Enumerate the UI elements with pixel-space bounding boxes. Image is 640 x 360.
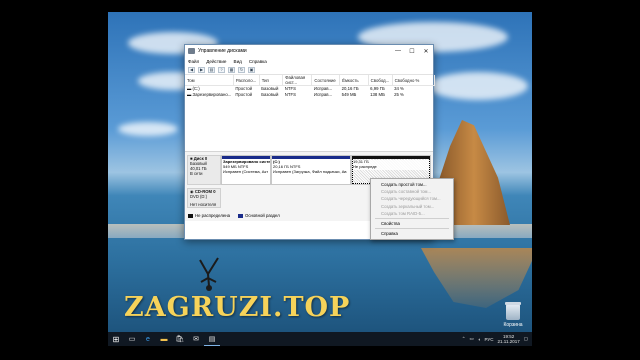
maximize-button[interactable]: ☐ [405, 45, 419, 57]
windows-start-icon[interactable]: ⊞ [108, 332, 124, 346]
partition-status: Не распреде [353, 163, 377, 169]
desktop: ZAGRUZI.TOP Корзина Управление дисками —… [108, 12, 532, 346]
legend-swatch [238, 213, 244, 218]
column-header[interactable]: Файловая сист... [282, 75, 313, 86]
menu-item-new-spanned-volume[interactable]: Создать составной том... [371, 188, 453, 195]
column-header[interactable]: Свобод... [368, 75, 393, 86]
notifications-icon[interactable]: ▢ [524, 336, 528, 342]
menu-item-new-raid5-volume[interactable]: Создать том RAID-5... [371, 210, 453, 217]
menu-help[interactable]: Справка [249, 59, 267, 64]
cell-text: Зарезервировано... [192, 92, 232, 97]
column-header[interactable]: Том [185, 75, 234, 86]
partition-bar [272, 156, 350, 159]
task-view-icon[interactable]: ▭ [124, 332, 140, 346]
minimize-button[interactable]: — [391, 45, 405, 57]
legend-item-unallocated: Не распределена [188, 213, 230, 218]
cdrom-label[interactable]: ◉ CD-ROM 0 DVD (D:) Нет носителя [187, 188, 221, 208]
clock[interactable]: 19:52 21.11.2017 [498, 334, 520, 344]
toolbar: ◀ ▶ ▤ ? ▦ ↻ ▣ [185, 65, 433, 75]
network-icon[interactable]: ▭ [470, 336, 474, 342]
cloud [118, 122, 178, 136]
cell-filesystem: NTFS [284, 92, 296, 97]
menu-bar: Файл Действие Вид Справка [185, 57, 433, 65]
cell-text: (C:) [192, 86, 200, 92]
menu-item-new-mirrored-volume[interactable]: Создать зеркальный том... [371, 203, 453, 210]
partition-reserved[interactable]: Зарезервировано систе 549 МБ NTFS Исправ… [221, 155, 271, 185]
cell-layout: Простой [235, 92, 253, 97]
legend: Не распределена Основной раздел [188, 213, 280, 218]
cell-capacity: 549 МБ [341, 92, 357, 97]
partition-status: Исправен (Загрузка, Файл подкачки, Ав [273, 168, 347, 174]
disk-management-icon [188, 48, 195, 54]
mail-icon[interactable]: ✉ [188, 332, 204, 346]
cell-status: Исправ... [313, 92, 333, 97]
menu-separator [375, 228, 449, 230]
disk-management-taskbar-icon[interactable]: ▤ [204, 332, 220, 346]
settings-icon[interactable]: ▣ [248, 66, 255, 73]
partition-c[interactable]: (C:) 20,16 ГБ NTFS Исправен (Загрузка, Ф… [271, 155, 351, 185]
disk-status: В сети [190, 171, 203, 176]
close-button[interactable]: ✕ [419, 45, 433, 57]
panes-icon[interactable]: ▤ [208, 66, 215, 73]
rock-reflection [421, 248, 532, 308]
help-icon[interactable]: ? [218, 66, 225, 73]
clock-date: 21.11.2017 [497, 339, 520, 344]
menu-file[interactable]: Файл [188, 59, 199, 64]
legend-item-primary: Основной раздел [238, 213, 280, 218]
column-header[interactable]: Тип [259, 75, 284, 86]
refresh-icon[interactable]: ↻ [238, 66, 245, 73]
partition-bar [352, 156, 430, 159]
back-icon[interactable]: ◀ [188, 66, 195, 73]
volume-table: Том Располо... Тип Файловая сист... Сост… [185, 75, 436, 98]
disk-status: Нет носителя [190, 202, 217, 207]
column-header[interactable]: Свободно % [392, 75, 436, 86]
menu-item-new-simple-volume[interactable]: Создать простой том... [371, 181, 453, 188]
table-row[interactable]: ▬ Зарезервировано... Простой Базовый NTF… [185, 92, 435, 98]
taskbar: ⊞ ▭ e ▬ 🛍 ✉ ▤ ⌃ ▭ ◖ РУС 19:52 21.11.2017… [108, 332, 532, 346]
store-icon[interactable]: 🛍 [172, 332, 188, 346]
menu-action[interactable]: Действие [206, 59, 226, 64]
recycle-bin-label: Корзина [503, 322, 523, 328]
partition-bar [222, 156, 270, 159]
column-header[interactable]: Располо... [233, 75, 260, 86]
cell-type: Базовый [261, 92, 279, 97]
cell-free-percent: 25 % [394, 92, 404, 97]
person-figure [199, 257, 219, 291]
recycle-bin-shortcut[interactable]: Корзина [500, 302, 526, 328]
volume-table-header: Том Располо... Тип Файловая сист... Сост… [185, 75, 436, 86]
edge-browser-icon[interactable]: e [140, 332, 156, 346]
language-indicator[interactable]: РУС [485, 337, 494, 342]
watermark-logo: ZAGRUZI.TOP [124, 292, 351, 323]
volume-icon[interactable]: ◖ [478, 337, 481, 342]
recycle-bin-icon [505, 302, 521, 320]
context-menu: Создать простой том... Создать составной… [370, 178, 454, 241]
disk-0-label[interactable]: ■ Диск 0 Базовый 40,01 ГБ В сети [187, 155, 221, 185]
title-bar[interactable]: Управление дисками — ☐ ✕ [185, 45, 433, 57]
column-header[interactable]: Ёмкость [339, 75, 369, 86]
forward-icon[interactable]: ▶ [198, 66, 205, 73]
column-header[interactable]: Состояние [311, 75, 341, 86]
legend-swatch [188, 213, 193, 218]
menu-item-help[interactable]: Справка [371, 230, 453, 237]
cell-volume: ▬ Зарезервировано... [185, 92, 233, 98]
volume-list: Том Располо... Тип Файловая сист... Сост… [185, 75, 436, 151]
system-tray: ⌃ ▭ ◖ РУС 19:52 21.11.2017 ▢ [462, 334, 532, 344]
file-explorer-icon[interactable]: ▬ [156, 332, 172, 346]
properties-icon[interactable]: ▦ [228, 66, 235, 73]
chevron-up-icon[interactable]: ⌃ [462, 336, 466, 342]
cloud [428, 72, 528, 100]
menu-item-properties[interactable]: Свойства [371, 220, 453, 227]
partition-status: Исправен (Система, Акт [223, 168, 269, 174]
cell-free: 138 МБ [370, 92, 385, 97]
menu-view[interactable]: Вид [234, 59, 242, 64]
menu-item-new-striped-volume[interactable]: Создать чередующийся том... [371, 195, 453, 202]
window-title: Управление дисками [198, 48, 247, 54]
menu-separator [375, 217, 449, 219]
